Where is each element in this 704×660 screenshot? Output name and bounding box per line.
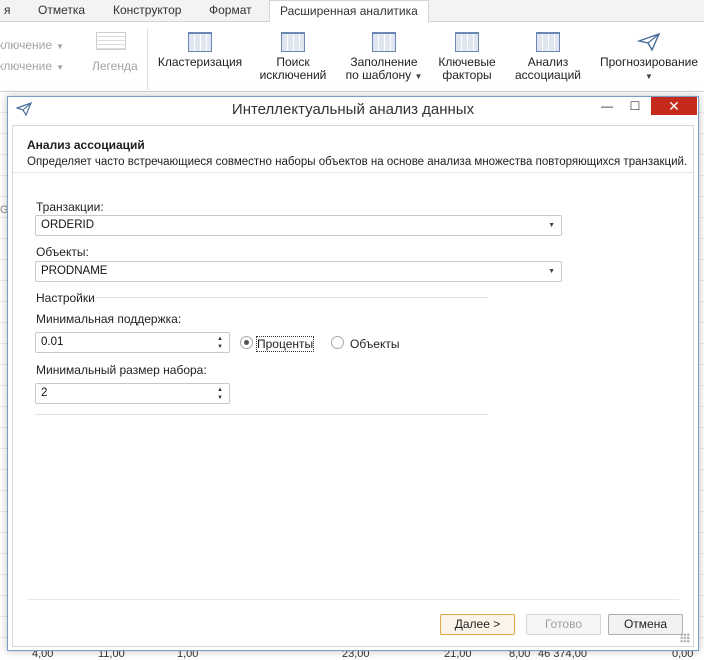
tab-advanced-analytics[interactable]: Расширенная аналитика xyxy=(269,0,429,23)
ribbon-small-item-1[interactable]: ключение ▼ xyxy=(0,38,64,52)
chevron-down-icon: ▼ xyxy=(56,42,64,51)
tab-mark[interactable]: Отметка xyxy=(28,0,95,22)
spin-up-icon[interactable]: ▲ xyxy=(217,336,223,342)
dialog-header: Анализ ассоциаций Определяет часто встре… xyxy=(13,126,693,173)
cancel-button[interactable]: Отмена xyxy=(608,614,683,635)
objects-label: Объекты: xyxy=(36,245,89,259)
spin-down-icon[interactable]: ▼ xyxy=(217,344,223,350)
exceptions-search-button[interactable]: Поиск исключений xyxy=(256,22,330,82)
analysis-description: Определяет часто встречающиеся совместно… xyxy=(27,156,688,168)
key-factors-button[interactable]: Ключевые факторы xyxy=(432,22,502,82)
association-analysis-button[interactable]: Анализ ассоциаций xyxy=(510,22,586,82)
settings-divider xyxy=(95,297,488,298)
analysis-title: Анализ ассоциаций xyxy=(27,138,145,152)
fill-by-template-button[interactable]: Заполнение по шаблону ▼ xyxy=(342,22,426,83)
ribbon: ключение ▼ ключение ▼ Легенда Кластеризаци… xyxy=(0,22,704,92)
legend-icon xyxy=(96,32,126,50)
dialog-titlebar[interactable]: Интеллектуальный анализ данных — ☐ ✕ xyxy=(8,97,698,121)
min-support-label: Минимальная поддержка: xyxy=(36,312,182,326)
radio-objects-label[interactable]: Объекты xyxy=(350,337,400,351)
chevron-down-icon: ▼ xyxy=(414,72,423,81)
next-button[interactable]: Далее > xyxy=(440,614,515,635)
footer-divider xyxy=(27,599,679,600)
radio-percent[interactable] xyxy=(240,336,253,349)
tab-partial[interactable]: я xyxy=(0,0,21,22)
chevron-down-icon: ▼ xyxy=(548,268,555,275)
done-button[interactable]: Готово xyxy=(526,614,601,635)
association-icon xyxy=(536,32,560,52)
search-table-icon xyxy=(281,32,305,52)
settings-bottom-divider xyxy=(35,414,488,415)
settings-label: Настройки xyxy=(36,291,95,305)
min-set-size-label: Минимальный размер набора: xyxy=(36,363,207,377)
radio-objects[interactable] xyxy=(331,336,344,349)
legend-button[interactable]: Легенда xyxy=(92,59,138,73)
forecasting-button[interactable]: Прогнозирование ▼ xyxy=(596,22,702,83)
min-set-size-spinner[interactable]: 2 ▲ ▼ xyxy=(35,383,230,404)
spin-up-icon[interactable]: ▲ xyxy=(217,387,223,393)
clustering-button[interactable]: Кластеризация xyxy=(157,22,243,69)
template-table-icon xyxy=(372,32,396,52)
clustering-icon xyxy=(188,32,212,52)
tab-constructor[interactable]: Конструктор xyxy=(103,0,191,22)
resize-grip-icon[interactable] xyxy=(680,633,690,643)
dialog-content: Анализ ассоциаций Определяет часто встре… xyxy=(12,125,694,647)
transactions-select[interactable]: ORDERID ▼ xyxy=(35,215,562,236)
chevron-down-icon: ▼ xyxy=(56,63,64,72)
objects-select[interactable]: PRODNAME ▼ xyxy=(35,261,562,282)
maximize-button[interactable]: ☐ xyxy=(622,97,648,115)
close-button[interactable]: ✕ xyxy=(651,97,697,115)
minimize-button[interactable]: — xyxy=(594,97,620,115)
transactions-label: Транзакции: xyxy=(36,200,104,214)
spin-down-icon[interactable]: ▼ xyxy=(217,395,223,401)
ribbon-tab-bar: я Отметка Конструктор Формат Расширенная… xyxy=(0,0,704,23)
tab-format[interactable]: Формат xyxy=(199,0,262,22)
radio-percent-label[interactable]: Проценты xyxy=(255,336,315,352)
paper-plane-icon xyxy=(637,32,661,52)
ribbon-separator xyxy=(147,28,148,90)
key-factors-icon xyxy=(455,32,479,52)
data-mining-dialog: Интеллектуальный анализ данных — ☐ ✕ Ана… xyxy=(7,96,699,651)
chevron-down-icon: ▼ xyxy=(548,222,555,229)
ribbon-small-item-2[interactable]: ключение ▼ xyxy=(0,59,64,73)
min-support-spinner[interactable]: 0.01 ▲ ▼ xyxy=(35,332,230,353)
chevron-down-icon: ▼ xyxy=(645,72,653,81)
